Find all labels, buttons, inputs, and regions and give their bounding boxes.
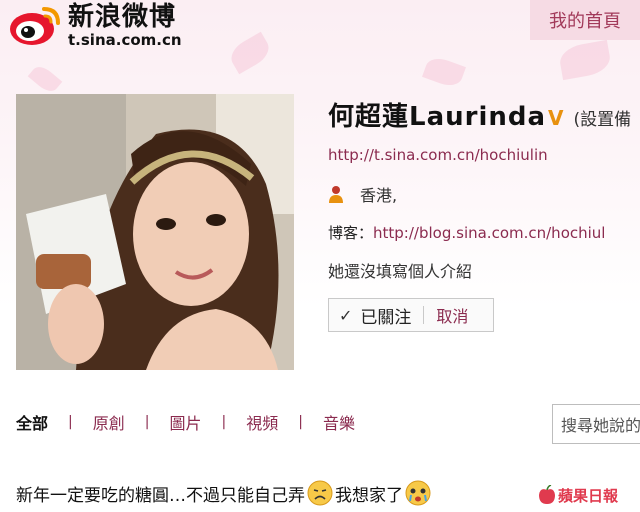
sina-weibo-logo[interactable]: 新浪微博 t.sina.com.cn bbox=[8, 2, 182, 48]
unfollow-button[interactable]: 取消 bbox=[436, 303, 468, 327]
tab-separator: | bbox=[144, 414, 150, 430]
verified-v-icon[interactable]: V bbox=[548, 106, 563, 130]
decorative-petal bbox=[226, 31, 274, 75]
divider bbox=[423, 306, 425, 324]
post-text-part1: 新年一定要吃的糖圓…不過只能自己弄 bbox=[16, 485, 305, 506]
check-icon: ✓ bbox=[339, 305, 353, 325]
decorative-petal bbox=[422, 54, 466, 90]
follow-status-box: ✓ 已關注 取消 bbox=[328, 298, 494, 332]
logo-url: t.sina.com.cn bbox=[68, 31, 182, 49]
decorative-petal bbox=[557, 39, 613, 81]
tab-separator: | bbox=[298, 414, 303, 430]
set-remark-link[interactable]: (設置備 bbox=[574, 105, 632, 130]
search-input[interactable]: 搜尋她說的 bbox=[552, 404, 640, 444]
sina-weibo-eye-icon bbox=[10, 7, 60, 45]
decorative-petal bbox=[27, 62, 63, 96]
person-icon bbox=[329, 186, 343, 203]
followed-status: 已關注 bbox=[360, 307, 412, 328]
sad-face-emoji-icon bbox=[307, 480, 333, 506]
post-text-part2: 我想家了 bbox=[335, 485, 403, 506]
my-home-link[interactable]: 我的首頁 bbox=[530, 0, 640, 40]
tab-all[interactable]: 全部 bbox=[16, 410, 48, 434]
crying-face-emoji-icon bbox=[405, 480, 431, 506]
blog-url-link[interactable]: http://blog.sina.com.cn/hochiul bbox=[373, 224, 605, 242]
profile-photo-image bbox=[16, 94, 294, 370]
blog-label: 博客： bbox=[328, 224, 374, 242]
feed-tabs: 全部 | 原創 | 圖片 | 視頻 | 音樂 bbox=[16, 410, 355, 434]
tab-pictures[interactable]: 圖片 bbox=[169, 410, 201, 434]
profile-photo[interactable] bbox=[16, 94, 294, 370]
tab-videos[interactable]: 視頻 bbox=[246, 410, 278, 434]
location-text: 香港, bbox=[360, 186, 398, 205]
tab-separator: | bbox=[68, 414, 73, 430]
tab-separator: | bbox=[221, 414, 227, 430]
tab-music[interactable]: 音樂 bbox=[323, 410, 355, 434]
profile-url-link[interactable]: http://t.sina.com.cn/hochiulin bbox=[328, 146, 548, 164]
tab-original[interactable]: 原創 bbox=[93, 410, 125, 434]
newspaper-watermark: 蘋果日報 bbox=[538, 482, 638, 508]
logo-title: 新浪微博 bbox=[68, 2, 177, 32]
profile-name: 何超蓮Laurinda bbox=[328, 102, 547, 132]
bio-text: 她還沒填寫個人介紹 bbox=[328, 262, 473, 281]
post-text: 新年一定要吃的糖圓…不過只能自己弄 我想家了 bbox=[16, 480, 433, 506]
watermark-text: 蘋果日報 bbox=[558, 486, 619, 505]
apple-icon bbox=[539, 485, 555, 504]
